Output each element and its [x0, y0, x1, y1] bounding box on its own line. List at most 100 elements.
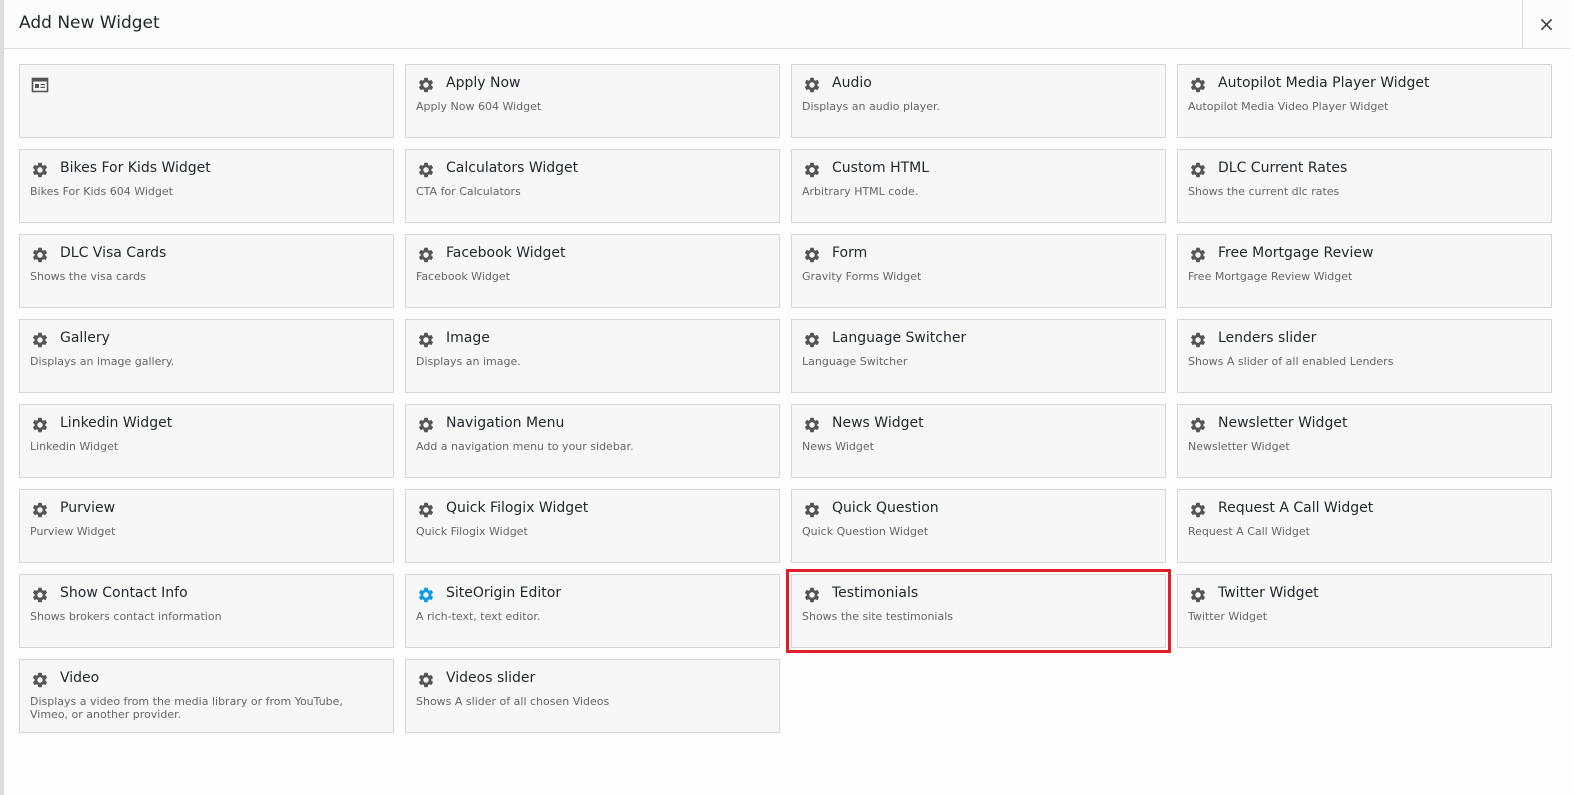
widget-title: Image [446, 330, 490, 346]
widget-description: CTA for Calculators [416, 185, 521, 198]
widget-card-language-switcher[interactable]: Language Switcher Language Switcher [791, 319, 1166, 393]
widget-description: Purview Widget [30, 525, 116, 538]
close-icon: × [1538, 12, 1555, 36]
gear-icon [416, 245, 436, 265]
gear-icon [802, 75, 822, 95]
gear-icon [30, 245, 50, 265]
gear-icon [802, 160, 822, 180]
gear-icon [802, 500, 822, 520]
gear-icon [30, 330, 50, 350]
widget-card-dlc-current-rates[interactable]: DLC Current Rates Shows the current dlc … [1177, 149, 1552, 223]
widget-description: Shows brokers contact information [30, 610, 222, 623]
gear-icon [1188, 75, 1208, 95]
widget-title: Linkedin Widget [60, 415, 173, 431]
gear-icon [1188, 330, 1208, 350]
widget-description: Twitter Widget [1188, 610, 1268, 623]
widget-card-news-widget[interactable]: News Widget News Widget [791, 404, 1166, 478]
widget-card-bikes-for-kids-widget[interactable]: Bikes For Kids Widget Bikes For Kids 604… [19, 149, 394, 223]
widget-card-apply-now[interactable]: Apply Now Apply Now 604 Widget [405, 64, 780, 138]
widget-card-siteorigin-editor[interactable]: SiteOrigin Editor A rich-text, text edit… [405, 574, 780, 648]
widget-title: News Widget [832, 415, 924, 431]
widget-card-testimonials[interactable]: Testimonials Shows the site testimonials [786, 569, 1171, 653]
widget-description: Language Switcher [802, 355, 908, 368]
widget-description: Newsletter Widget [1188, 440, 1290, 453]
dialog-title: Add New Widget [19, 13, 160, 33]
dialog-header: Add New Widget × [4, 0, 1570, 49]
widget-description: Shows A slider of all enabled Lenders [1188, 355, 1394, 368]
gear-icon [802, 415, 822, 435]
gear-icon [30, 415, 50, 435]
close-button[interactable]: × [1522, 0, 1570, 48]
gear-icon [1188, 415, 1208, 435]
add-widget-dialog: Add New Widget × Apply Now Apply Now 604… [4, 0, 1574, 795]
gear-icon [1188, 585, 1208, 605]
widget-card-audio[interactable]: Audio Displays an audio player. [791, 64, 1166, 138]
widget-title: Free Mortgage Review [1218, 245, 1374, 261]
gear-icon [416, 330, 436, 350]
widget-title: Testimonials [832, 585, 919, 601]
gear-icon [416, 500, 436, 520]
widget-card-image[interactable]: Image Displays an image. [405, 319, 780, 393]
widget-card-show-contact-info[interactable]: Show Contact Info Shows brokers contact … [19, 574, 394, 648]
widget-card-gallery[interactable]: Gallery Displays an image gallery. [19, 319, 394, 393]
widget-card-videos-slider[interactable]: Videos slider Shows A slider of all chos… [405, 659, 780, 733]
widget-description: Displays an image. [416, 355, 521, 368]
widget-description: Bikes For Kids 604 Widget [30, 185, 173, 198]
widget-description: Quick Question Widget [802, 525, 929, 538]
gear-icon [416, 160, 436, 180]
widget-card-newsletter-widget[interactable]: Newsletter Widget Newsletter Widget [1177, 404, 1552, 478]
widget-description: Autopilot Media Video Player Widget [1188, 100, 1389, 113]
gear-icon [416, 585, 436, 605]
widget-title: Gallery [60, 330, 110, 346]
gear-icon [416, 670, 436, 690]
widget-description: Shows the current dlc rates [1188, 185, 1340, 198]
widget-card-linkedin-widget[interactable]: Linkedin Widget Linkedin Widget [19, 404, 394, 478]
widget-card-calculators-widget[interactable]: Calculators Widget CTA for Calculators [405, 149, 780, 223]
gear-icon [30, 670, 50, 690]
widget-description: A rich-text, text editor. [416, 610, 541, 623]
widget-title: Quick Filogix Widget [446, 500, 589, 516]
widget-card-free-mortgage-review[interactable]: Free Mortgage Review Free Mortgage Revie… [1177, 234, 1552, 308]
widget-card-facebook-widget[interactable]: Facebook Widget Facebook Widget [405, 234, 780, 308]
widget-description: Quick Filogix Widget [416, 525, 528, 538]
widget-title: Form [832, 245, 868, 261]
widget-title: Bikes For Kids Widget [60, 160, 211, 176]
widget-card-form[interactable]: Form Gravity Forms Widget [791, 234, 1166, 308]
widget-card-untitled[interactable] [19, 64, 394, 138]
widget-card-purview[interactable]: Purview Purview Widget [19, 489, 394, 563]
widget-card-navigation-menu[interactable]: Navigation Menu Add a navigation menu to… [405, 404, 780, 478]
widget-description: Displays a video from the media library … [30, 695, 343, 721]
widget-card-custom-html[interactable]: Custom HTML Arbitrary HTML code. [791, 149, 1166, 223]
widget-description: Apply Now 604 Widget [416, 100, 542, 113]
widget-title: Custom HTML [832, 160, 930, 176]
widget-card-autopilot-media-player-widget[interactable]: Autopilot Media Player Widget Autopilot … [1177, 64, 1552, 138]
widget-title: Navigation Menu [446, 415, 565, 431]
widget-title: Audio [832, 75, 872, 91]
widget-description: News Widget [802, 440, 874, 453]
gear-icon [416, 415, 436, 435]
widget-description: Shows the site testimonials [802, 610, 954, 623]
widget-card-lenders-slider[interactable]: Lenders slider Shows A slider of all ena… [1177, 319, 1552, 393]
widget-grid: Apply Now Apply Now 604 Widget Audio Dis… [19, 64, 1552, 733]
gear-icon [30, 160, 50, 180]
widget-title: Twitter Widget [1218, 585, 1319, 601]
widget-title: Videos slider [446, 670, 536, 686]
widget-description: Shows the visa cards [30, 270, 146, 283]
widget-card-twitter-widget[interactable]: Twitter Widget Twitter Widget [1177, 574, 1552, 648]
widget-description: Displays an image gallery. [30, 355, 175, 368]
widget-title: Quick Question [832, 500, 939, 516]
widget-description: Facebook Widget [416, 270, 510, 283]
widget-title: Apply Now [446, 75, 521, 91]
widget-card-video[interactable]: Video Displays a video from the media li… [19, 659, 394, 733]
widget-card-quick-filogix-widget[interactable]: Quick Filogix Widget Quick Filogix Widge… [405, 489, 780, 563]
widget-card-quick-question[interactable]: Quick Question Quick Question Widget [791, 489, 1166, 563]
widget-card-dlc-visa-cards[interactable]: DLC Visa Cards Shows the visa cards [19, 234, 394, 308]
widget-card-request-a-call-widget[interactable]: Request A Call Widget Request A Call Wid… [1177, 489, 1552, 563]
widget-title: DLC Visa Cards [60, 245, 167, 261]
widget-title: Request A Call Widget [1218, 500, 1374, 516]
widget-description: Arbitrary HTML code. [802, 185, 919, 198]
gear-icon [416, 75, 436, 95]
widget-title: Newsletter Widget [1218, 415, 1348, 431]
widget-title: Purview [60, 500, 116, 516]
widget-title: SiteOrigin Editor [446, 585, 562, 601]
